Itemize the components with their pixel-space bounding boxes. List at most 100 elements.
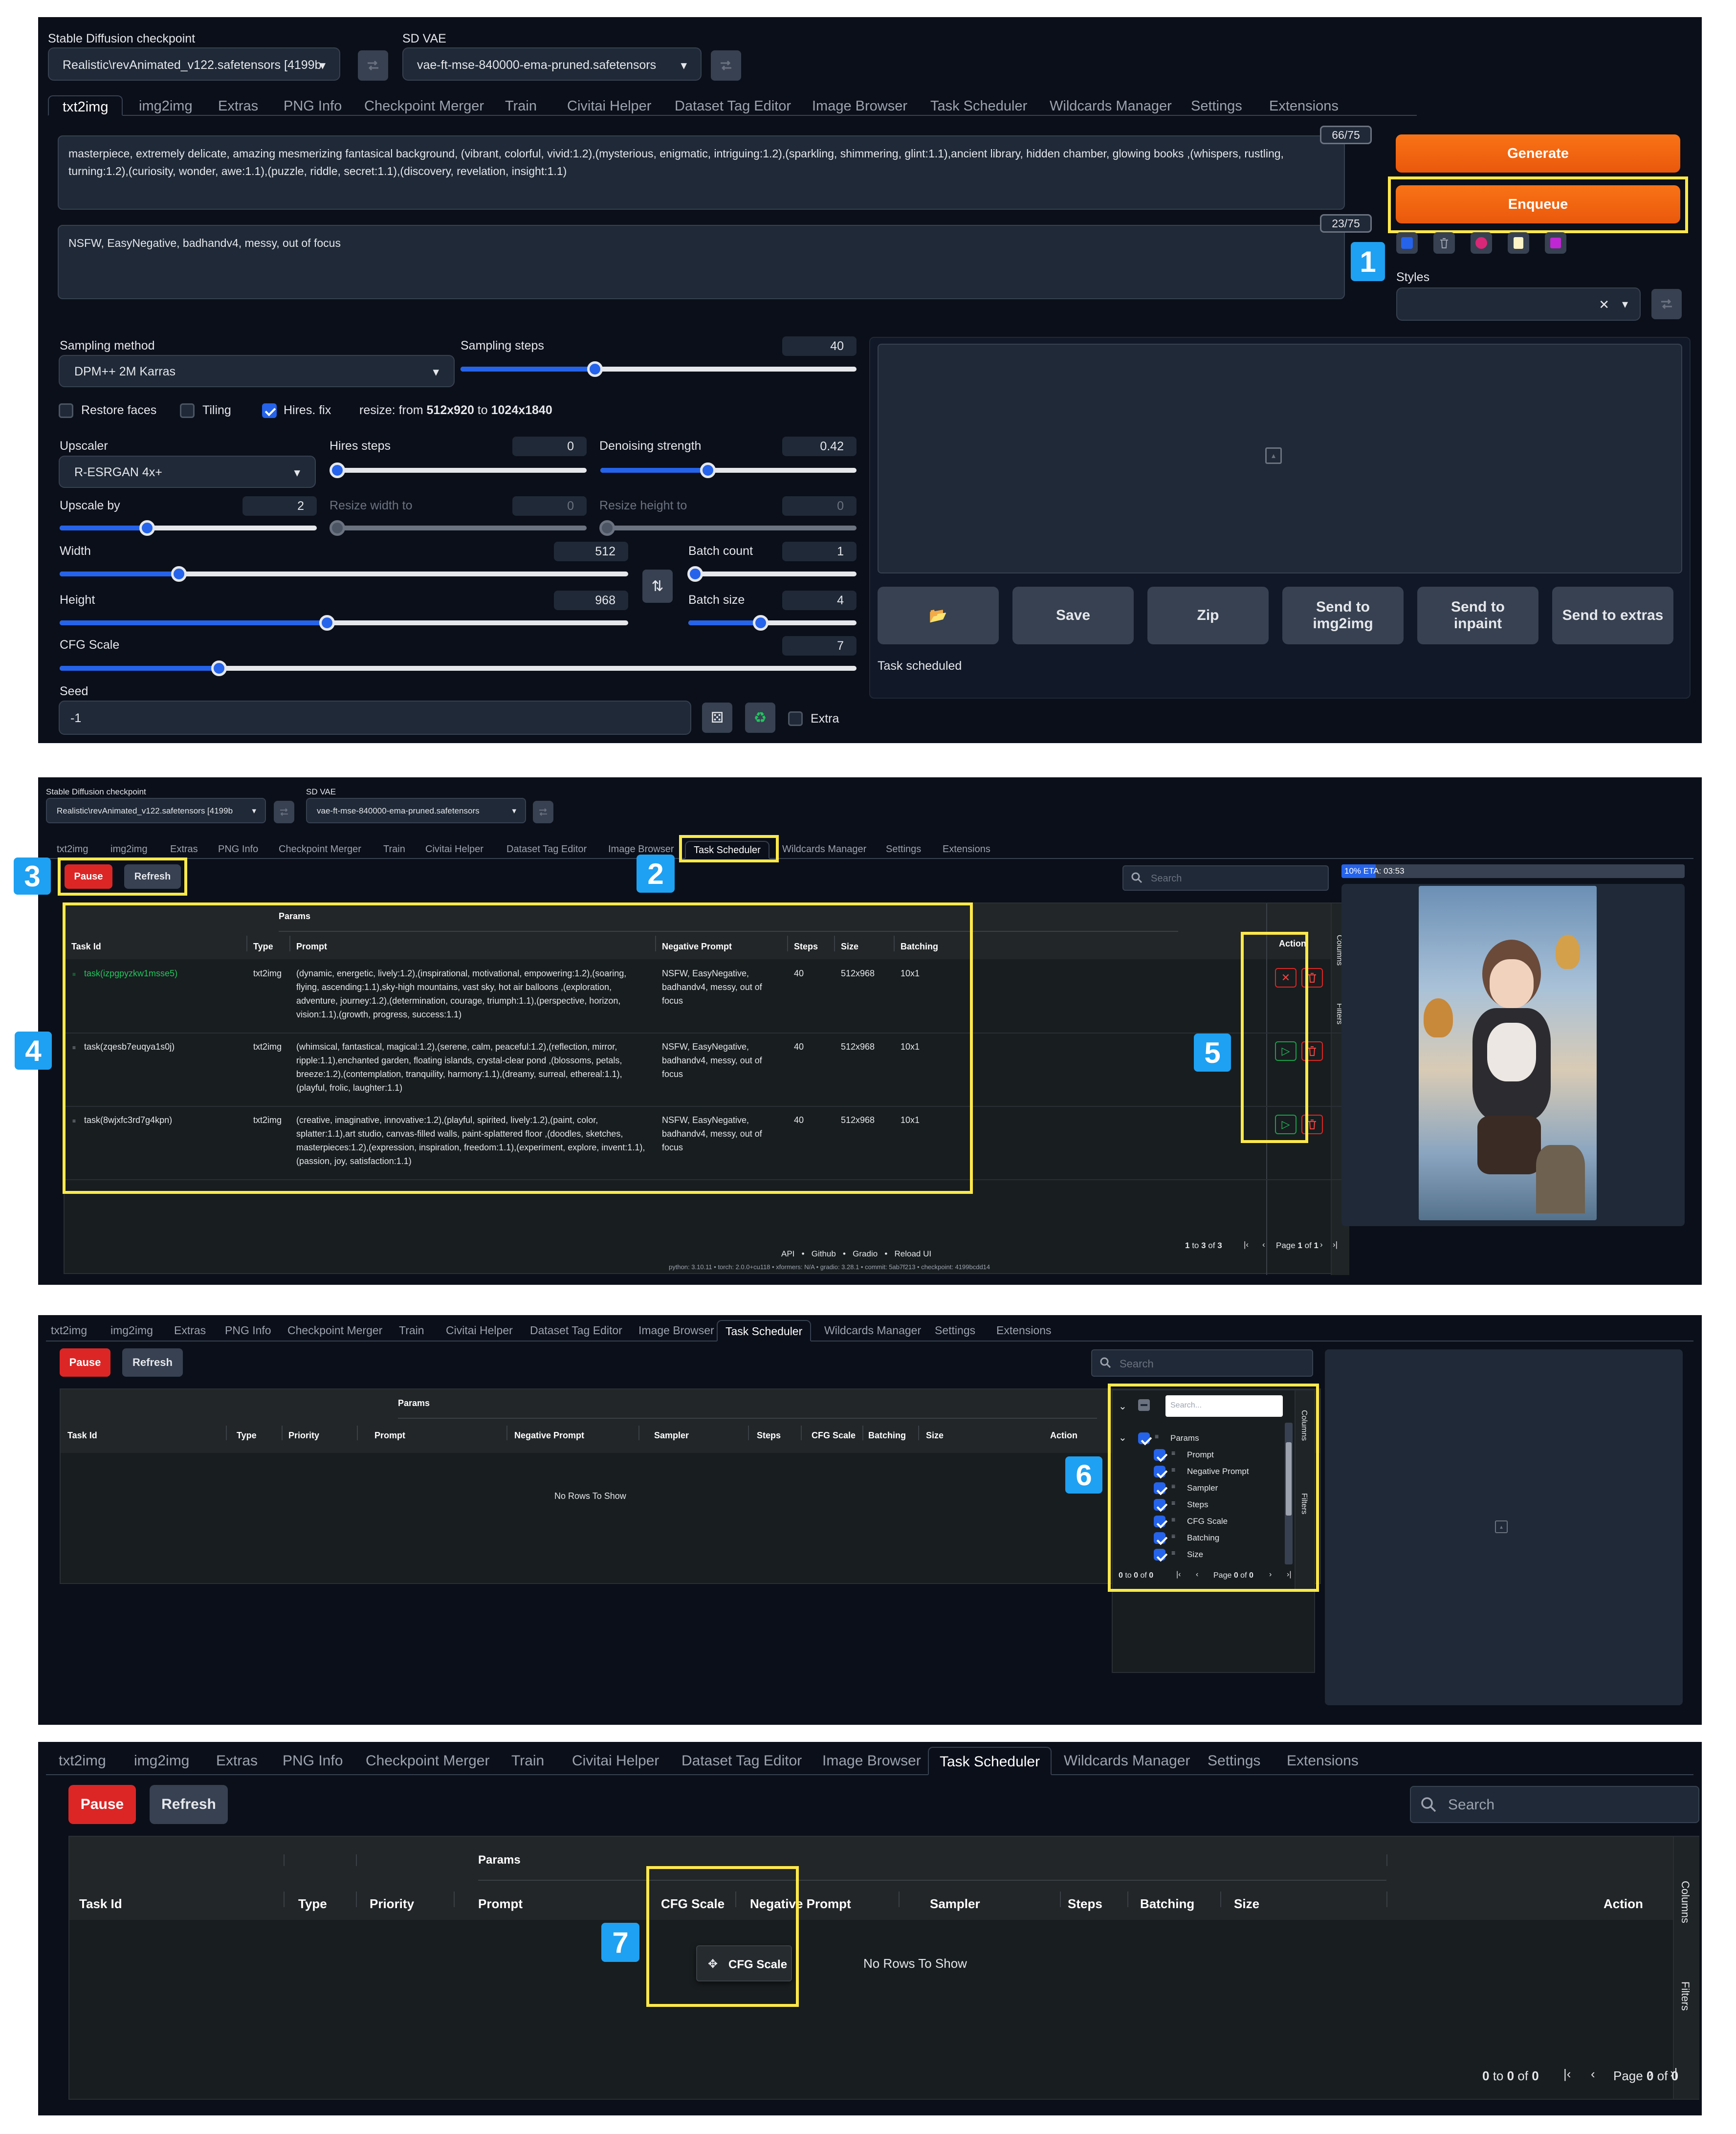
col-negative-prompt[interactable]: Negative Prompt: [662, 942, 732, 952]
column-checkbox[interactable]: [1154, 1532, 1165, 1544]
col-priority[interactable]: Priority: [288, 1430, 319, 1441]
col-prompt[interactable]: Prompt: [374, 1430, 405, 1441]
tab-image-browser[interactable]: Image Browser: [638, 1324, 714, 1337]
cfg-scale-slider[interactable]: [60, 660, 857, 676]
tab-png-info[interactable]: PNG Info: [284, 98, 342, 114]
last-page-icon[interactable]: ›|: [1670, 2066, 1677, 2081]
batch-count-slider[interactable]: [687, 566, 857, 582]
tab-settings[interactable]: Settings: [886, 844, 921, 855]
column-checkbox[interactable]: [1154, 1516, 1165, 1527]
col-batching[interactable]: Batching: [901, 942, 938, 952]
denoising-strength-slider[interactable]: [600, 462, 857, 478]
prompt-textarea[interactable]: masterpiece, extremely delicate, amazing…: [58, 135, 1345, 210]
drag-handle-icon[interactable]: ≡: [72, 1044, 76, 1051]
footer-link-gradio[interactable]: Gradio: [853, 1249, 878, 1258]
height-input[interactable]: 968: [554, 591, 628, 610]
last-page-icon[interactable]: ›|: [1333, 1240, 1338, 1250]
col-negative-prompt[interactable]: Negative Prompt: [750, 1896, 851, 1912]
width-input[interactable]: 512: [554, 542, 628, 561]
footer-link-api[interactable]: API: [781, 1249, 794, 1258]
col-action[interactable]: Action: [1050, 1430, 1077, 1441]
col-sampler[interactable]: Sampler: [930, 1896, 980, 1912]
refresh-button[interactable]: Refresh: [122, 1348, 183, 1377]
tab-wildcards-manager[interactable]: Wildcards Manager: [824, 1324, 921, 1337]
cancel-task-icon[interactable]: ✕: [1275, 968, 1297, 988]
apply-styles-icon[interactable]: [1651, 289, 1682, 319]
search-input[interactable]: Search: [1091, 1349, 1313, 1377]
tab-image-browser[interactable]: Image Browser: [812, 98, 907, 114]
footer-link-github[interactable]: Github: [812, 1249, 836, 1258]
height-slider[interactable]: [60, 615, 628, 631]
width-slider[interactable]: [60, 566, 628, 582]
tab-dataset-tag-editor[interactable]: Dataset Tag Editor: [530, 1324, 622, 1337]
tab-extras[interactable]: Extras: [174, 1324, 206, 1337]
tab-extensions[interactable]: Extensions: [1287, 1753, 1359, 1769]
column-checkbox[interactable]: [1154, 1449, 1165, 1461]
tab-task-scheduler[interactable]: Task Scheduler: [930, 98, 1027, 114]
next-page-icon[interactable]: ›: [1269, 1570, 1272, 1579]
hires-steps-slider[interactable]: [330, 462, 587, 478]
delete-task-icon[interactable]: [1301, 1115, 1323, 1134]
recycle-icon[interactable]: ♻: [745, 703, 775, 733]
batch-size-input[interactable]: 4: [782, 591, 857, 610]
tab-wildcards-manager[interactable]: Wildcards Manager: [782, 844, 866, 855]
swap-dimensions-icon[interactable]: ⇅: [642, 570, 673, 603]
resize-width-input[interactable]: 0: [512, 496, 587, 516]
col-size[interactable]: Size: [1234, 1896, 1259, 1912]
sampling-steps-slider[interactable]: [461, 361, 857, 377]
tab-png-info[interactable]: PNG Info: [225, 1324, 271, 1337]
col-cfg-scale[interactable]: CFG Scale: [661, 1896, 725, 1912]
negative-prompt-textarea[interactable]: NSFW, EasyNegative, badhandv4, messy, ou…: [58, 225, 1345, 299]
tab-image-browser[interactable]: Image Browser: [608, 844, 674, 855]
tab-task-scheduler[interactable]: Task Scheduler: [717, 1320, 812, 1342]
refresh-vae-icon[interactable]: [711, 50, 741, 81]
drag-handle-icon[interactable]: ≡: [72, 1118, 76, 1124]
drag-handle-icon[interactable]: ≡: [1171, 1499, 1175, 1507]
drag-handle-icon[interactable]: ≡: [1171, 1449, 1175, 1457]
columns-side-tab[interactable]: Columns: [1679, 1881, 1692, 1923]
col-type[interactable]: Type: [237, 1430, 257, 1441]
tab-img2img[interactable]: img2img: [110, 844, 148, 855]
tab-train[interactable]: Train: [505, 98, 537, 114]
col-batching[interactable]: Batching: [1140, 1896, 1194, 1912]
resize-height-input[interactable]: 0: [782, 496, 857, 516]
column-checkbox[interactable]: [1154, 1499, 1165, 1511]
footer-link-reload[interactable]: Reload UI: [895, 1249, 932, 1258]
tab-png-info[interactable]: PNG Info: [283, 1753, 343, 1769]
col-type[interactable]: Type: [253, 942, 273, 952]
pause-button[interactable]: Pause: [60, 1348, 110, 1377]
hires-fix-checkbox[interactable]: [262, 403, 277, 418]
col-cfg-scale[interactable]: CFG Scale: [812, 1430, 856, 1441]
col-batching[interactable]: Batching: [868, 1430, 906, 1441]
tab-wildcards-manager[interactable]: Wildcards Manager: [1050, 98, 1172, 114]
tab-txt2img[interactable]: txt2img: [57, 844, 88, 855]
tab-dataset-tag-editor[interactable]: Dataset Tag Editor: [681, 1753, 802, 1769]
restore-faces-checkbox[interactable]: [59, 403, 73, 418]
tab-image-browser[interactable]: Image Browser: [822, 1753, 921, 1769]
tab-checkpoint-merger[interactable]: Checkpoint Merger: [364, 98, 484, 114]
col-action[interactable]: Action: [1604, 1896, 1643, 1912]
next-page-icon[interactable]: ›: [1320, 1240, 1323, 1250]
column-list-scrollbar[interactable]: [1285, 1423, 1293, 1564]
clear-icon[interactable]: ✕: [1599, 297, 1609, 312]
drag-handle-icon[interactable]: ≡: [1171, 1516, 1175, 1523]
col-task-id[interactable]: Task Id: [67, 1430, 97, 1441]
col-negative-prompt[interactable]: Negative Prompt: [514, 1430, 584, 1441]
tab-checkpoint-merger[interactable]: Checkpoint Merger: [287, 1324, 382, 1337]
tab-dataset-tag-editor[interactable]: Dataset Tag Editor: [506, 844, 587, 855]
tab-img2img[interactable]: img2img: [139, 98, 193, 114]
run-task-icon[interactable]: ▷: [1275, 1115, 1297, 1134]
drag-handle-icon[interactable]: ≡: [1155, 1432, 1159, 1440]
vae-dropdown[interactable]: vae-ft-mse-840000-ema-pruned.safetensors…: [306, 798, 526, 823]
tab-checkpoint-merger[interactable]: Checkpoint Merger: [366, 1753, 489, 1769]
tab-txt2img[interactable]: txt2img: [48, 95, 123, 116]
upscaler-dropdown[interactable]: R-ESRGAN 4x+ ▾: [59, 456, 316, 488]
save-style-icon[interactable]: [1545, 232, 1566, 254]
checkpoint-dropdown[interactable]: Realistic\revAnimated_v122.safetensors […: [48, 47, 340, 81]
refresh-vae-icon[interactable]: [533, 801, 553, 823]
chevron-down-icon[interactable]: ⌄: [1119, 1431, 1127, 1444]
column-checkbox[interactable]: [1154, 1482, 1165, 1494]
tab-txt2img[interactable]: txt2img: [51, 1324, 87, 1337]
seed-input[interactable]: -1: [59, 701, 691, 735]
pause-button[interactable]: Pause: [68, 1785, 136, 1824]
